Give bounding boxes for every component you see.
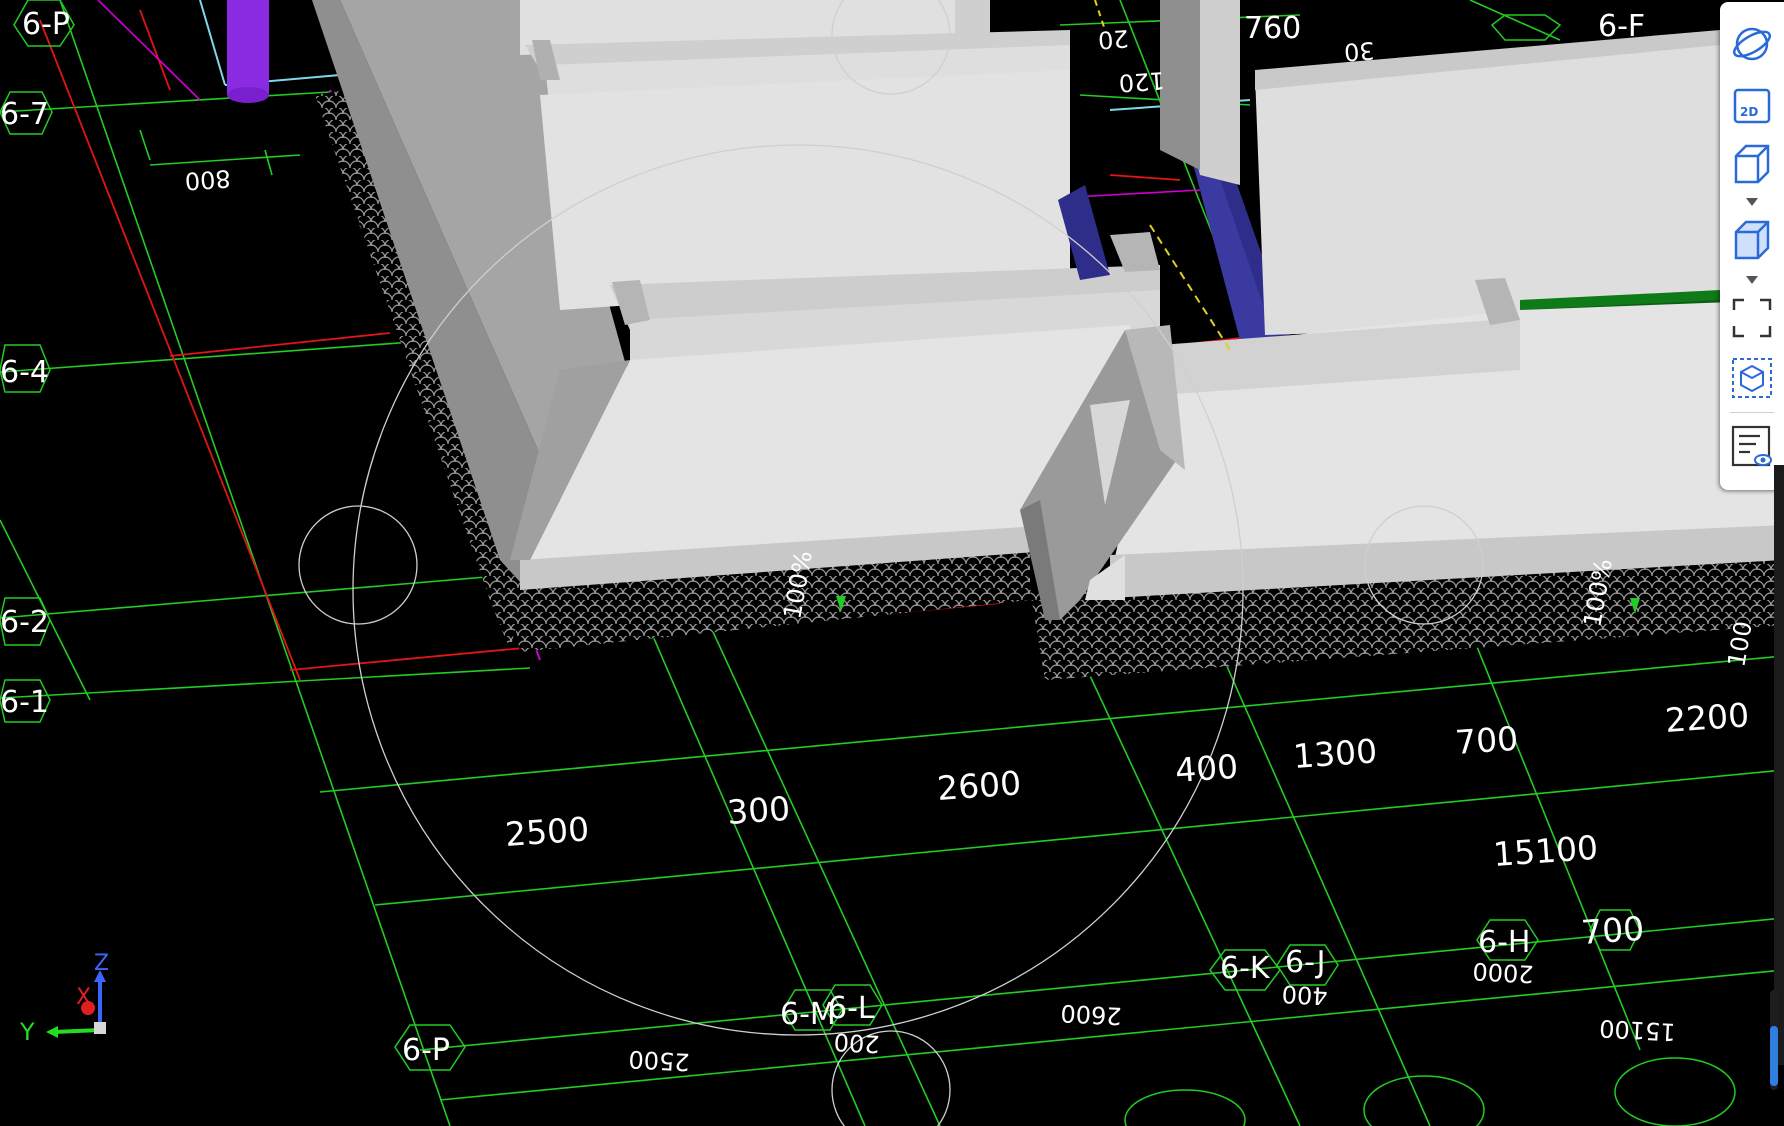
dim-700-b: 700 bbox=[1580, 909, 1646, 952]
axis-label-6-1: 6-1 bbox=[0, 685, 49, 720]
axis-label-6-P-bottom: 6-P bbox=[402, 1033, 450, 1068]
dim-700: 700 bbox=[1454, 719, 1520, 762]
orbit-button[interactable] bbox=[1728, 20, 1776, 68]
display-settings-button[interactable] bbox=[1728, 354, 1776, 402]
fullscreen-icon bbox=[1732, 298, 1772, 338]
dim-800: 800 bbox=[184, 164, 232, 195]
3d-solid-dropdown[interactable] bbox=[1744, 274, 1760, 286]
dim-2600: 2600 bbox=[936, 763, 1023, 808]
axis-label-6-2: 6-2 bbox=[0, 605, 49, 640]
list-eye-icon bbox=[1731, 425, 1772, 467]
scrollbar-thumb[interactable] bbox=[1770, 1026, 1778, 1086]
purple-column bbox=[227, 0, 269, 95]
dim-300: 300 bbox=[726, 789, 792, 832]
grid-line-6-1 bbox=[0, 667, 531, 699]
dim-760: 760 bbox=[1244, 11, 1301, 46]
properties-button[interactable] bbox=[1728, 422, 1776, 470]
chevron-down-icon bbox=[1746, 198, 1758, 206]
dim-30: 30 bbox=[1343, 36, 1375, 66]
grid-line-6-2 bbox=[0, 574, 511, 619]
toolbar-divider bbox=[1730, 412, 1774, 413]
axis-orientation-gizmo: Z X Y bbox=[14, 948, 124, 1048]
3d-solid-button[interactable] bbox=[1728, 216, 1776, 264]
dim-1300: 1300 bbox=[1292, 731, 1379, 776]
dim-120: 120 bbox=[1118, 66, 1166, 97]
axis-y-label: Y bbox=[19, 1018, 35, 1046]
dim-2500: 2500 bbox=[504, 809, 591, 854]
3d-model-viewport[interactable]: 6-P 6-7 6-4 6-2 6-1 6-F 6-P 6-M 6-L 6-K … bbox=[0, 0, 1784, 1126]
dim-20: 20 bbox=[1097, 24, 1129, 54]
axis-label-6-K: 6-K bbox=[1220, 951, 1271, 986]
orbit-icon bbox=[1732, 27, 1772, 61]
view-2d-icon: 2D bbox=[1733, 88, 1771, 124]
dim-line-4 bbox=[439, 969, 1784, 1101]
grid-line-diag-2 bbox=[619, 559, 866, 1126]
axis-label-6-H: 6-H bbox=[1478, 925, 1530, 960]
mirrored-2600: 2600 bbox=[1060, 999, 1122, 1030]
cube-filled-icon bbox=[1734, 220, 1770, 260]
axis-label-6-P: 6-P bbox=[22, 7, 70, 42]
model-canvas[interactable]: 6-P 6-7 6-4 6-2 6-1 6-F 6-P 6-M 6-L 6-K … bbox=[0, 0, 1784, 1126]
dim-2200: 2200 bbox=[1664, 695, 1751, 740]
axis-z-label: Z bbox=[94, 951, 109, 976]
dim-400: 400 bbox=[1174, 747, 1240, 790]
vertical-scrollbar[interactable] bbox=[1770, 990, 1778, 1090]
mirrored-400: 400 bbox=[1281, 980, 1328, 1010]
axis-label-6-L: 6-L bbox=[828, 991, 875, 1026]
axis-label-6-4: 6-4 bbox=[0, 355, 49, 390]
axis-label-6-7: 6-7 bbox=[0, 97, 49, 132]
mirrored-2000: 2000 bbox=[1472, 957, 1534, 988]
view-toolbar: 2D bbox=[1720, 2, 1784, 490]
grid-line-diag-8 bbox=[1469, 0, 1561, 41]
grid-line-6-7 bbox=[0, 91, 331, 113]
cube-frame-icon bbox=[1732, 358, 1772, 398]
axis-x-label: X bbox=[76, 985, 91, 1010]
svg-text:2D: 2D bbox=[1740, 105, 1758, 119]
axis-label-6-F: 6-F bbox=[1598, 9, 1645, 44]
grid-line-6-4 bbox=[0, 339, 441, 373]
right-edge-panel bbox=[1774, 465, 1784, 1065]
mirrored-200: 200 bbox=[833, 1028, 880, 1058]
mirrored-2500: 2500 bbox=[628, 1045, 690, 1076]
fullscreen-button[interactable] bbox=[1728, 294, 1776, 342]
mirrored-15100: 15100 bbox=[1599, 1014, 1677, 1046]
3d-wire-button[interactable] bbox=[1728, 140, 1776, 188]
dim-15100: 15100 bbox=[1492, 828, 1599, 874]
grid-line-diag-3 bbox=[679, 559, 941, 1126]
view-2d-button[interactable]: 2D bbox=[1728, 82, 1776, 130]
cube-outline-icon bbox=[1734, 144, 1770, 184]
dim-line-3 bbox=[419, 917, 1784, 1051]
3d-wire-dropdown[interactable] bbox=[1744, 196, 1760, 208]
chevron-down-icon bbox=[1746, 276, 1758, 284]
axis-label-6-J: 6-J bbox=[1285, 945, 1325, 980]
concrete-structure[interactable] bbox=[227, 0, 1784, 620]
